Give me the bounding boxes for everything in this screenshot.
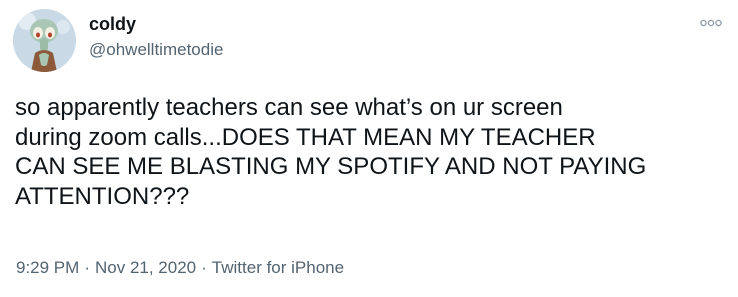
avatar[interactable]: [13, 9, 76, 72]
tweet-metadata: 9:29 PM · Nov 21, 2020 · Twitter for iPhone: [16, 258, 344, 278]
tweet-date[interactable]: Nov 21, 2020: [95, 258, 196, 277]
author-handle[interactable]: @ohwelltimetodie: [89, 40, 223, 60]
tweet-text: so apparently teachers can see what’s on…: [15, 94, 647, 210]
more-options-icon: [700, 19, 722, 27]
more-options-button[interactable]: [698, 14, 724, 32]
meta-separator: ·: [201, 258, 207, 277]
tweet-source[interactable]: Twitter for iPhone: [212, 258, 344, 277]
tweet-time[interactable]: 9:29 PM: [16, 258, 79, 277]
avatar-squidward-icon: [13, 9, 76, 72]
author-display-name[interactable]: coldy: [89, 14, 136, 35]
tweet-card: coldy @ohwelltimetodie so apparently tea…: [0, 0, 738, 297]
meta-separator: ·: [84, 258, 90, 277]
